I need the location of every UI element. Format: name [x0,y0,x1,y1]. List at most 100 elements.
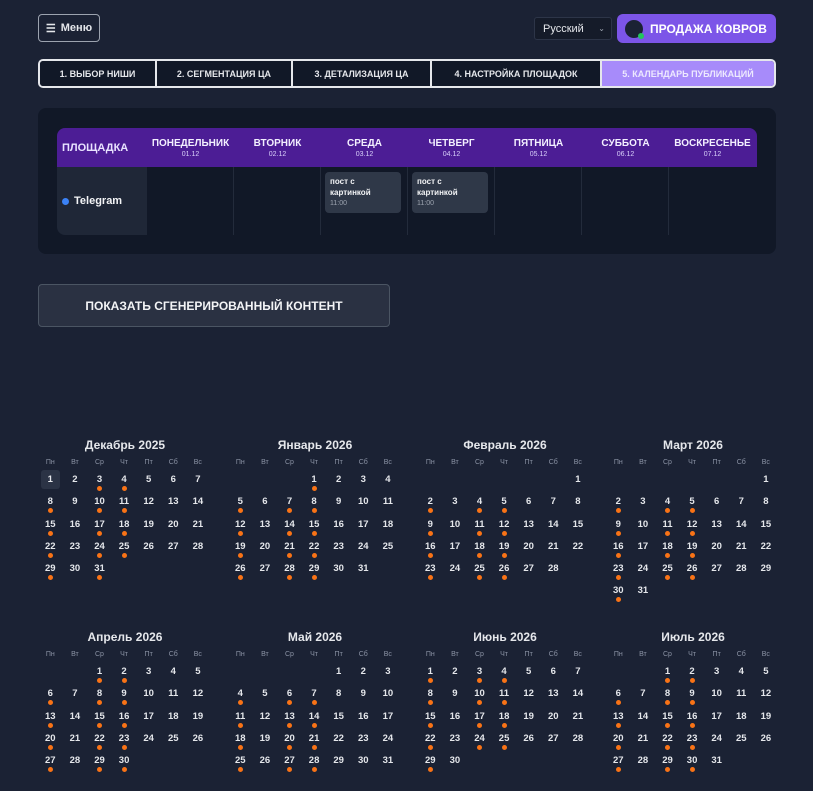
calendar-day[interactable]: 5 [754,662,779,684]
calendar-day[interactable]: 9 [443,684,468,706]
calendar-day[interactable]: 7 [302,684,327,706]
calendar-day[interactable]: 1 [566,470,591,492]
calendar-day[interactable]: 15 [326,707,351,729]
calendar-day[interactable]: 3 [443,492,468,514]
calendar-day[interactable]: 24 [136,729,161,751]
calendar-day[interactable]: 19 [492,537,517,559]
calendar-day[interactable]: 9 [112,684,137,706]
calendar-day[interactable]: 22 [87,729,112,751]
calendar-day[interactable]: 4 [228,684,253,706]
calendar-day[interactable]: 26 [136,537,161,559]
calendar-day[interactable]: 27 [516,559,541,581]
calendar-day[interactable]: 3 [87,470,112,492]
calendar-day[interactable]: 1 [418,662,443,684]
calendar-day[interactable]: 15 [418,707,443,729]
calendar-day[interactable]: 19 [136,515,161,537]
calendar-day[interactable]: 2 [606,492,631,514]
calendar-day[interactable]: 17 [376,707,401,729]
calendar-day[interactable]: 28 [302,751,327,773]
calendar-day[interactable]: 30 [351,751,376,773]
calendar-day[interactable]: 14 [302,707,327,729]
calendar-day[interactable]: 5 [492,492,517,514]
calendar-day[interactable]: 8 [87,684,112,706]
calendar-day[interactable]: 16 [112,707,137,729]
calendar-day[interactable]: 5 [253,684,278,706]
calendar-day[interactable]: 6 [38,684,63,706]
calendar-day[interactable]: 24 [87,537,112,559]
calendar-day[interactable]: 3 [376,662,401,684]
calendar-day[interactable]: 9 [63,492,88,514]
calendar-day[interactable]: 9 [351,684,376,706]
calendar-day[interactable]: 17 [704,707,729,729]
calendar-day[interactable]: 6 [277,684,302,706]
tab-detailing[interactable]: 3. ДЕТАЛИЗАЦИЯ ЦА [293,61,432,86]
calendar-day[interactable]: 27 [253,559,278,581]
calendar-day[interactable]: 22 [418,729,443,751]
calendar-day[interactable]: 11 [492,684,517,706]
calendar-day[interactable]: 6 [516,492,541,514]
calendar-day[interactable]: 14 [566,684,591,706]
calendar-day[interactable]: 25 [228,751,253,773]
calendar-day[interactable]: 30 [63,559,88,581]
calendar-day[interactable]: 19 [253,729,278,751]
post-card[interactable]: пост с картинкой 11:00 [412,172,488,213]
calendar-day[interactable]: 29 [87,751,112,773]
calendar-day[interactable]: 17 [467,707,492,729]
calendar-day[interactable]: 13 [277,707,302,729]
calendar-day[interactable]: 26 [754,729,779,751]
calendar-day[interactable]: 10 [87,492,112,514]
calendar-day[interactable]: 23 [326,537,351,559]
calendar-day[interactable]: 19 [680,537,705,559]
calendar-day[interactable]: 16 [351,707,376,729]
calendar-day[interactable]: 4 [376,470,401,492]
calendar-day[interactable]: 11 [655,515,680,537]
calendar-day[interactable]: 7 [729,492,754,514]
schedule-cell[interactable]: пост с картинкой 11:00 [408,167,495,235]
calendar-day[interactable]: 29 [655,751,680,773]
calendar-day[interactable]: 19 [186,707,211,729]
calendar-day[interactable]: 17 [87,515,112,537]
calendar-day[interactable]: 8 [302,492,327,514]
calendar-day[interactable]: 9 [680,684,705,706]
calendar-day[interactable]: 18 [492,707,517,729]
calendar-day[interactable]: 30 [326,559,351,581]
calendar-day[interactable]: 1 [655,662,680,684]
calendar-day[interactable]: 10 [704,684,729,706]
calendar-day[interactable]: 7 [277,492,302,514]
language-select[interactable]: Русский ⌄ [534,17,612,40]
calendar-day[interactable]: 17 [443,537,468,559]
calendar-day[interactable]: 5 [680,492,705,514]
calendar-day[interactable]: 3 [351,470,376,492]
calendar-day[interactable]: 8 [38,492,63,514]
calendar-day[interactable]: 16 [443,707,468,729]
calendar-day[interactable]: 25 [112,537,137,559]
calendar-day[interactable]: 3 [704,662,729,684]
calendar-day[interactable]: 27 [704,559,729,581]
calendar-day[interactable]: 16 [63,515,88,537]
calendar-day[interactable]: 21 [63,729,88,751]
calendar-day[interactable]: 2 [326,470,351,492]
calendar-day[interactable]: 10 [136,684,161,706]
calendar-day[interactable]: 11 [228,707,253,729]
calendar-day[interactable]: 6 [606,684,631,706]
calendar-day[interactable]: 28 [729,559,754,581]
calendar-day[interactable]: 16 [418,537,443,559]
calendar-day[interactable]: 27 [161,537,186,559]
calendar-day[interactable]: 31 [351,559,376,581]
post-card[interactable]: пост с картинкой 11:00 [325,172,401,213]
calendar-day[interactable]: 29 [754,559,779,581]
calendar-day[interactable]: 19 [754,707,779,729]
calendar-day[interactable]: 24 [467,729,492,751]
calendar-day[interactable]: 2 [63,470,88,492]
menu-button[interactable]: ☰ Меню [38,14,100,42]
calendar-day[interactable]: 28 [566,729,591,751]
calendar-day[interactable]: 17 [631,537,656,559]
calendar-day[interactable]: 22 [754,537,779,559]
calendar-day[interactable]: 22 [566,537,591,559]
calendar-day[interactable]: 21 [186,515,211,537]
calendar-day[interactable]: 21 [277,537,302,559]
calendar-day[interactable]: 20 [606,729,631,751]
calendar-day[interactable]: 8 [418,684,443,706]
calendar-day[interactable]: 18 [228,729,253,751]
calendar-day[interactable]: 1 [326,662,351,684]
